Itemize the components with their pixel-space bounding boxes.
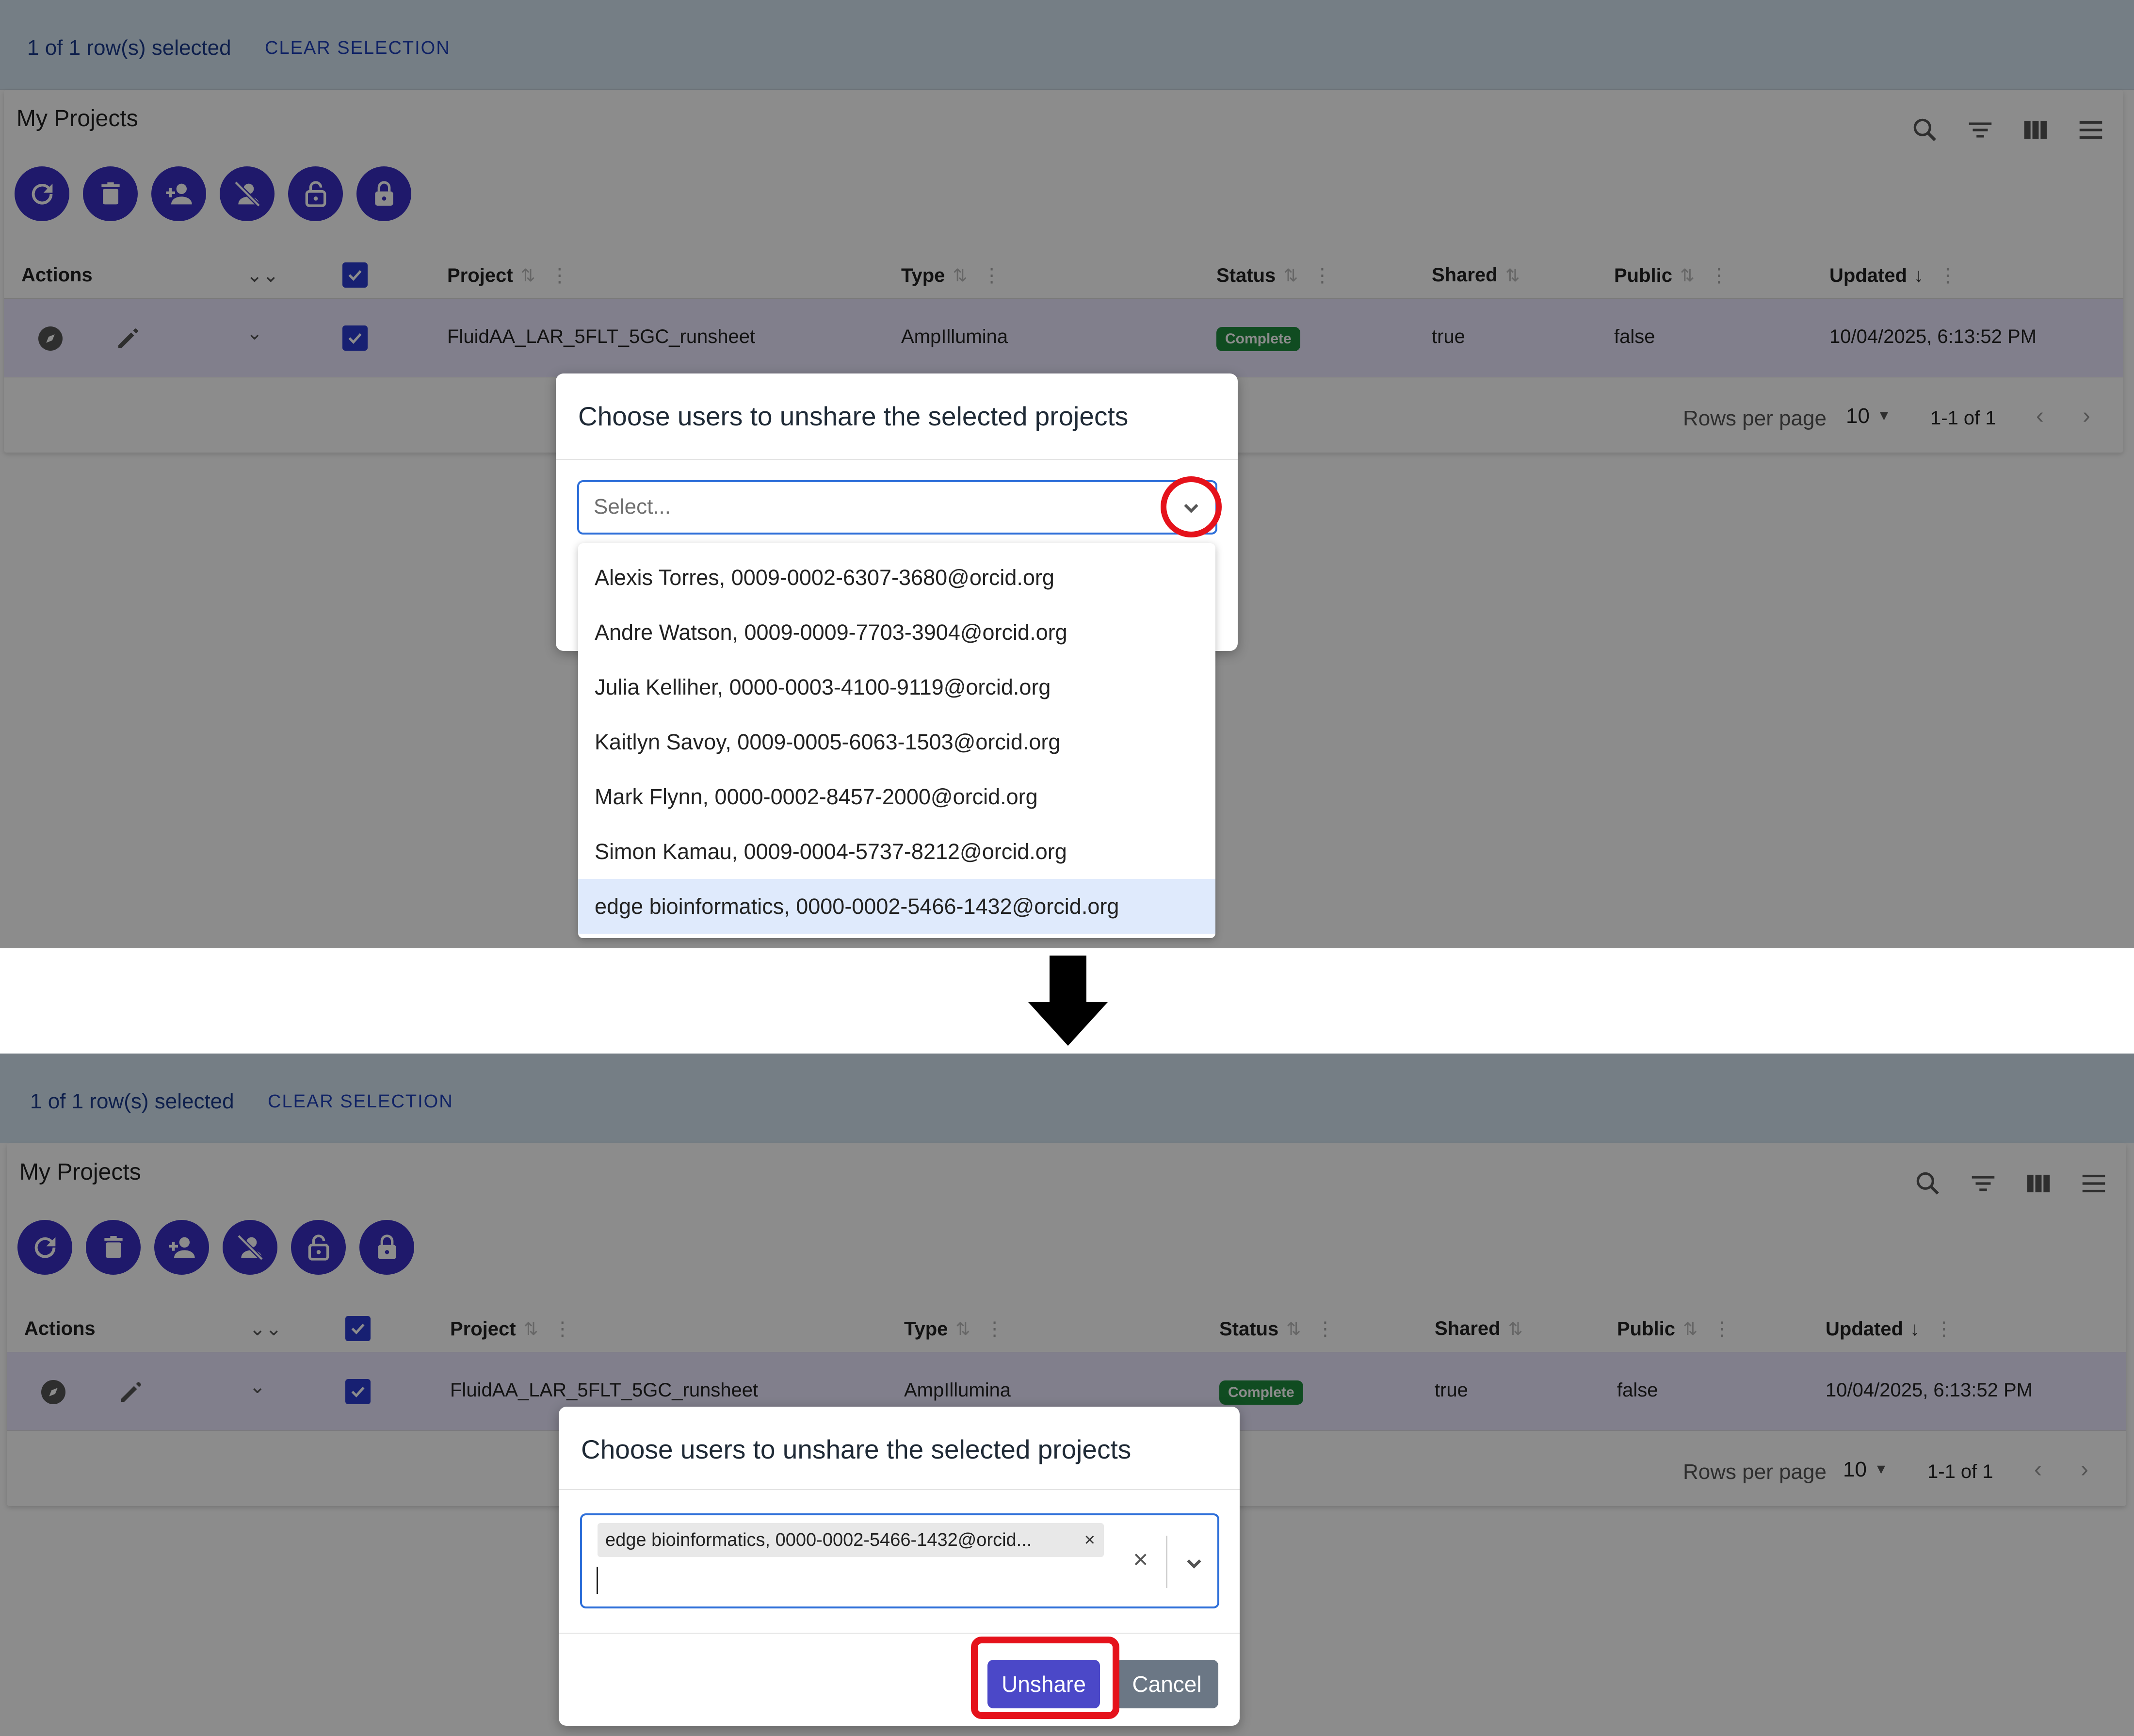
user-option[interactable]: Alexis Torres, 0009-0002-6307-3680@orcid… (578, 550, 1215, 605)
screenshot-after: 1 of 1 row(s) selected CLEAR SELECTION M… (0, 1054, 2134, 1736)
modal-title: Choose users to unshare the selected pro… (578, 401, 1129, 431)
user-option[interactable]: Andre Watson, 0009-0009-7703-3904@orcid.… (578, 605, 1215, 660)
text-cursor (597, 1567, 598, 1594)
highlight-circle (1161, 476, 1222, 537)
user-option[interactable]: Simon Kamau, 0009-0004-5737-8212@orcid.o… (578, 824, 1215, 879)
unshare-modal: Choose users to unshare the selected pro… (559, 1407, 1240, 1726)
select-separator (1166, 1536, 1167, 1588)
modal-divider (556, 459, 1238, 460)
screenshot-before: 1 of 1 row(s) selected CLEAR SELECTION M… (0, 0, 2134, 948)
modal-title: Choose users to unshare the selected pro… (581, 1434, 1132, 1464)
modal-divider (559, 1489, 1240, 1490)
user-option-highlighted[interactable]: edge bioinformatics, 0000-0002-5466-1432… (578, 879, 1215, 934)
chip-remove-icon[interactable]: × (1084, 1523, 1095, 1557)
users-select[interactable]: edge bioinformatics, 0000-0002-5466-1432… (580, 1513, 1219, 1608)
chip-label: edge bioinformatics, 0000-0002-5466-1432… (605, 1530, 1032, 1550)
chevron-down-icon[interactable] (1180, 1548, 1209, 1577)
selected-user-chip: edge bioinformatics, 0000-0002-5466-1432… (598, 1523, 1104, 1557)
clear-all-icon[interactable]: × (1133, 1544, 1148, 1574)
users-dropdown-menu: Alexis Torres, 0009-0002-6307-3680@orcid… (578, 543, 1215, 938)
cancel-button[interactable]: Cancel (1116, 1660, 1218, 1708)
select-placeholder: Select... (594, 495, 671, 519)
down-arrow-icon (1028, 956, 1108, 1046)
highlight-rectangle (971, 1637, 1119, 1719)
modal-divider (559, 1633, 1240, 1634)
user-option[interactable]: Mark Flynn, 0000-0002-8457-2000@orcid.or… (578, 769, 1215, 824)
users-select[interactable]: Select... (577, 480, 1217, 535)
user-option[interactable]: Julia Kelliher, 0000-0003-4100-9119@orci… (578, 660, 1215, 714)
user-option[interactable]: Kaitlyn Savoy, 0009-0005-6063-1503@orcid… (578, 714, 1215, 769)
